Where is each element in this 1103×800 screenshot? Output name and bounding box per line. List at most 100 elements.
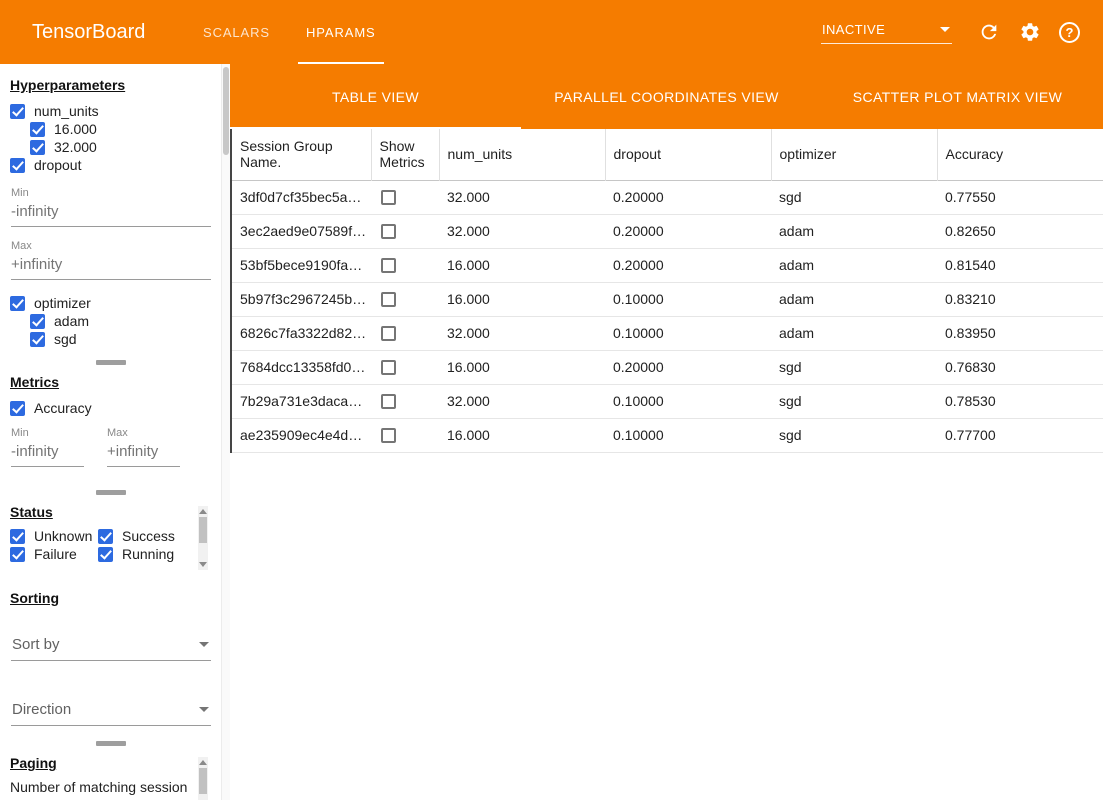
view-tab[interactable]: TABLE VIEW — [230, 64, 521, 129]
optimizer-cell: adam — [771, 248, 937, 282]
show-metrics-checkbox[interactable] — [381, 394, 396, 409]
scroll-up-icon[interactable] — [199, 760, 207, 765]
dropout-cell: 0.20000 — [605, 180, 771, 214]
optimizer-cell: adam — [771, 214, 937, 248]
accuracy-cell: 0.81540 — [937, 248, 1103, 282]
top-app-bar: TensorBoard SCALARS HPARAMS INACTIVE ? — [0, 0, 1103, 64]
checkbox-row[interactable]: optimizer — [10, 294, 211, 312]
checkbox[interactable] — [10, 401, 25, 416]
column-header-optimizer: optimizer — [771, 129, 937, 180]
scrollbar-thumb[interactable] — [199, 517, 207, 543]
checkbox-row[interactable]: 32.000 — [10, 138, 211, 156]
scrollbar-thumb[interactable] — [223, 67, 229, 155]
show-metrics-checkbox[interactable] — [381, 428, 396, 443]
show-metrics-checkbox[interactable] — [381, 292, 396, 307]
paging-info: Number of matching session groups: 8 — [10, 778, 198, 800]
checkbox[interactable] — [30, 332, 45, 347]
sorting-section: Sorting Sort by Direction — [0, 590, 221, 726]
checkbox-label: optimizer — [34, 295, 91, 311]
settings-icon[interactable] — [1018, 20, 1042, 44]
metric-min-input[interactable] — [11, 440, 84, 467]
metric-max-input[interactable] — [107, 440, 180, 467]
show-metrics-cell — [371, 214, 439, 248]
refresh-icon[interactable] — [977, 20, 1001, 44]
table-row: ae235909ec4e4d… 16.000 0.10000 sgd 0.777… — [232, 418, 1103, 452]
dropout-min-field: Min — [11, 187, 211, 227]
panel-resize-handle[interactable] — [0, 357, 221, 369]
app-title: TensorBoard — [0, 0, 185, 64]
caret-down-icon — [940, 27, 950, 32]
accuracy-cell: 0.82650 — [937, 214, 1103, 248]
checkbox-row[interactable]: num_units — [10, 102, 211, 120]
view-tab[interactable]: SCATTER PLOT MATRIX VIEW — [812, 64, 1103, 129]
table-row: 3df0d7cf35bec5a… 32.000 0.20000 sgd 0.77… — [232, 180, 1103, 214]
checkbox-row[interactable]: Accuracy — [10, 399, 211, 417]
checkbox[interactable] — [98, 547, 113, 562]
scroll-down-icon[interactable] — [199, 562, 207, 567]
optimizer-cell: sgd — [771, 350, 937, 384]
accuracy-cell: 0.76830 — [937, 350, 1103, 384]
checkbox-row[interactable]: Unknown — [10, 527, 98, 545]
scrollbar-thumb[interactable] — [199, 768, 207, 794]
sidebar-scrollbar[interactable] — [221, 64, 230, 800]
checkbox-row[interactable]: sgd — [10, 330, 211, 348]
dropout-max-input[interactable] — [11, 253, 211, 280]
run-status-dropdown[interactable]: INACTIVE — [821, 20, 952, 44]
checkbox-row[interactable]: adam — [10, 312, 211, 330]
show-metrics-checkbox[interactable] — [381, 326, 396, 341]
checkbox-row[interactable]: dropout — [10, 156, 211, 174]
view-tab[interactable]: PARALLEL COORDINATES VIEW — [521, 64, 812, 129]
caret-down-icon — [199, 642, 209, 647]
sort-by-value: Sort by — [12, 636, 60, 653]
checkbox[interactable] — [10, 104, 25, 119]
checkbox[interactable] — [30, 140, 45, 155]
checkbox[interactable] — [30, 122, 45, 137]
panel-resize-handle[interactable] — [0, 738, 221, 750]
checkbox[interactable] — [10, 529, 25, 544]
paging-scrollbar[interactable] — [198, 757, 208, 800]
checkbox[interactable] — [10, 158, 25, 173]
checkbox-row[interactable]: 16.000 — [10, 120, 211, 138]
optimizer-cell: sgd — [771, 180, 937, 214]
checkbox-label: Success — [122, 528, 175, 544]
help-icon[interactable]: ? — [1059, 22, 1080, 43]
dropout-cell: 0.10000 — [605, 384, 771, 418]
checkbox[interactable] — [30, 314, 45, 329]
show-metrics-checkbox[interactable] — [381, 190, 396, 205]
scroll-up-icon[interactable] — [199, 509, 207, 514]
show-metrics-checkbox[interactable] — [381, 224, 396, 239]
show-metrics-cell — [371, 248, 439, 282]
checkbox-row[interactable]: Success — [98, 527, 198, 545]
paging-section: Paging Number of matching session groups… — [0, 755, 221, 800]
metric-min-field: Min — [11, 427, 84, 467]
checkbox-label: Unknown — [34, 528, 92, 544]
nav-tab[interactable]: HPARAMS — [288, 0, 394, 64]
status-scrollbar[interactable] — [198, 506, 208, 570]
checkbox[interactable] — [10, 296, 25, 311]
accuracy-cell: 0.83950 — [937, 316, 1103, 350]
sidebar-content: Hyperparameters num_units 16.000 — [0, 64, 221, 800]
show-metrics-checkbox[interactable] — [381, 258, 396, 273]
checkbox-label: Running — [122, 546, 174, 562]
num-units-cell: 32.000 — [439, 384, 605, 418]
checkbox-row[interactable]: Failure — [10, 545, 98, 563]
dropout-cell: 0.10000 — [605, 282, 771, 316]
checkbox[interactable] — [10, 547, 25, 562]
show-metrics-cell — [371, 282, 439, 316]
checkbox-label: 32.000 — [54, 139, 97, 155]
panel-resize-handle[interactable] — [0, 487, 221, 499]
status-title: Status — [10, 504, 211, 520]
table-row: 6826c7fa3322d82… 32.000 0.10000 adam 0.8… — [232, 316, 1103, 350]
dropout-min-input[interactable] — [11, 200, 211, 227]
sort-by-dropdown[interactable]: Sort by — [11, 631, 211, 661]
show-metrics-checkbox[interactable] — [381, 360, 396, 375]
min-label: Min — [11, 427, 84, 440]
checkbox[interactable] — [98, 529, 113, 544]
dropout-cell: 0.10000 — [605, 418, 771, 452]
dropout-cell: 0.10000 — [605, 316, 771, 350]
nav-tab[interactable]: SCALARS — [185, 0, 288, 64]
direction-dropdown[interactable]: Direction — [11, 696, 211, 726]
checkbox-row[interactable]: Running — [98, 545, 198, 563]
view-tab-label: PARALLEL COORDINATES VIEW — [554, 89, 778, 105]
sidebar: Hyperparameters num_units 16.000 — [0, 64, 230, 800]
